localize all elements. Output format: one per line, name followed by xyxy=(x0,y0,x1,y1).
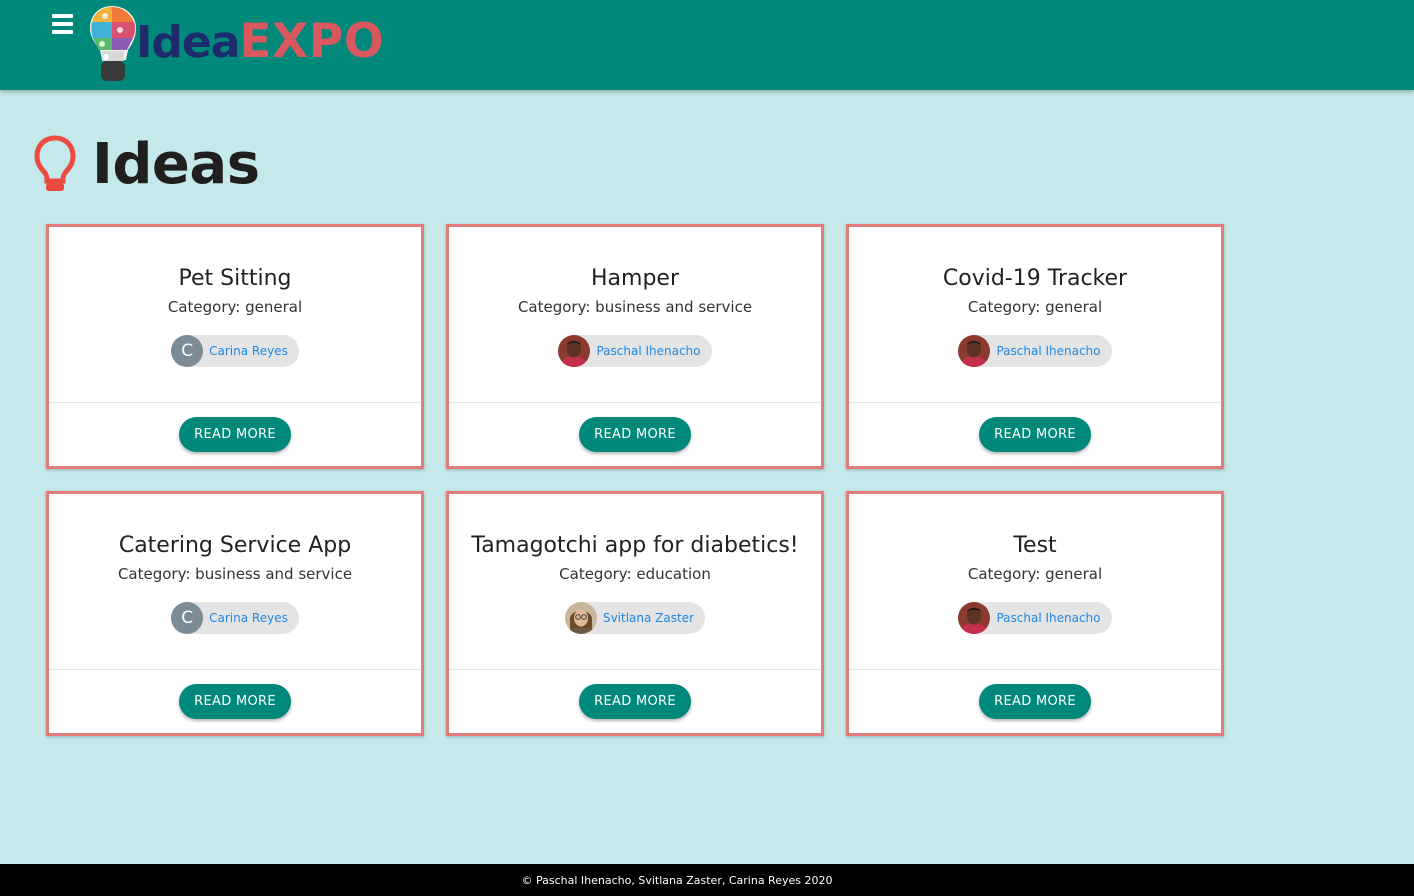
author-name: Svitlana Zaster xyxy=(602,611,695,625)
author-chip[interactable]: C Carina Reyes xyxy=(171,602,299,634)
idea-title: Pet Sitting xyxy=(178,266,292,291)
idea-title: Tamagotchi app for diabetics! xyxy=(471,533,799,558)
read-more-button[interactable]: READ MORE xyxy=(579,417,691,452)
card-content: Tamagotchi app for diabetics! Category: … xyxy=(449,494,821,670)
idea-title: Catering Service App xyxy=(118,533,352,558)
person-avatar-icon xyxy=(558,335,591,367)
idea-category: Category: general xyxy=(967,298,1103,316)
card-actions: READ MORE xyxy=(449,670,821,733)
card-content: Covid-19 Tracker Category: general Pasch… xyxy=(849,227,1221,403)
idea-card: Catering Service App Category: business … xyxy=(46,491,424,736)
footer: © Paschal Ihenacho, Svitlana Zaster, Car… xyxy=(0,864,1414,896)
person-avatar-icon xyxy=(958,335,991,367)
card-content: Test Category: general Paschal Ihenacho xyxy=(849,494,1221,670)
logo-expo-text: EXPO xyxy=(239,14,385,69)
author-name: Paschal Ihenacho xyxy=(996,611,1101,625)
author-name: Paschal Ihenacho xyxy=(996,344,1101,358)
idea-card: Test Category: general Paschal Ihenacho … xyxy=(846,491,1224,736)
author-chip[interactable]: C Carina Reyes xyxy=(171,335,299,367)
idea-card: Hamper Category: business and service Pa… xyxy=(446,224,824,469)
read-more-button[interactable]: READ MORE xyxy=(179,684,291,719)
card-actions: READ MORE xyxy=(49,403,421,466)
author-name: Carina Reyes xyxy=(209,344,288,358)
idea-title: Test xyxy=(1013,533,1057,558)
page-heading: Ideas xyxy=(32,131,260,197)
author-chip[interactable]: Paschal Ihenacho xyxy=(558,335,712,367)
card-actions: READ MORE xyxy=(849,670,1221,733)
ideas-grid: Pet Sitting Category: general C Carina R… xyxy=(46,224,1226,736)
top-app-bar: IdeaEXPO xyxy=(0,0,1414,90)
author-name: Carina Reyes xyxy=(209,611,288,625)
avatar xyxy=(564,602,597,634)
ideaexpo-logo[interactable]: IdeaEXPO xyxy=(88,4,384,86)
page-title: Ideas xyxy=(92,131,260,197)
logo-idea-text: Idea xyxy=(136,17,240,68)
read-more-button[interactable]: READ MORE xyxy=(979,684,1091,719)
idea-title: Covid-19 Tracker xyxy=(942,266,1128,291)
avatar xyxy=(558,335,591,367)
idea-category: Category: education xyxy=(559,565,711,583)
idea-category: Category: business and service xyxy=(517,298,753,316)
avatar-initial: C xyxy=(171,335,204,367)
person-avatar-icon xyxy=(564,602,597,634)
avatar-initial: C xyxy=(171,602,204,634)
idea-card: Covid-19 Tracker Category: general Pasch… xyxy=(846,224,1224,469)
idea-category: Category: business and service xyxy=(117,565,353,583)
idea-card: Tamagotchi app for diabetics! Category: … xyxy=(446,491,824,736)
read-more-button[interactable]: READ MORE xyxy=(979,417,1091,452)
author-name: Paschal Ihenacho xyxy=(596,344,701,358)
idea-category: Category: general xyxy=(967,565,1103,583)
card-actions: READ MORE xyxy=(849,403,1221,466)
author-chip[interactable]: Svitlana Zaster xyxy=(564,602,706,634)
author-chip[interactable]: Paschal Ihenacho xyxy=(958,602,1112,634)
idea-title: Hamper xyxy=(591,266,679,291)
author-chip[interactable]: Paschal Ihenacho xyxy=(958,335,1112,367)
card-content: Hamper Category: business and service Pa… xyxy=(449,227,821,403)
read-more-button[interactable]: READ MORE xyxy=(179,417,291,452)
person-avatar-icon xyxy=(958,602,991,634)
copyright-text: © Paschal Ihenacho, Svitlana Zaster, Car… xyxy=(521,873,833,887)
card-actions: READ MORE xyxy=(449,403,821,466)
read-more-button[interactable]: READ MORE xyxy=(579,684,691,719)
avatar xyxy=(958,335,991,367)
idea-category: Category: general xyxy=(167,298,303,316)
card-content: Pet Sitting Category: general C Carina R… xyxy=(49,227,421,403)
lightbulb-icon xyxy=(34,135,76,191)
card-actions: READ MORE xyxy=(49,670,421,733)
avatar xyxy=(958,602,991,634)
hamburger-menu-icon[interactable] xyxy=(52,14,73,34)
card-content: Catering Service App Category: business … xyxy=(49,494,421,670)
idea-card: Pet Sitting Category: general C Carina R… xyxy=(46,224,424,469)
logo-text: IdeaEXPO xyxy=(136,17,384,68)
